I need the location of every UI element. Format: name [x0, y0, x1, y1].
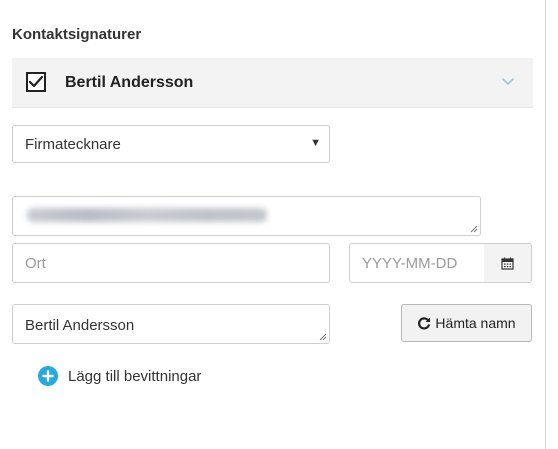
calendar-button[interactable]	[484, 243, 532, 283]
chevron-down-icon[interactable]	[499, 72, 517, 90]
panel-divider	[545, 0, 546, 449]
city-input[interactable]: Ort	[12, 243, 330, 283]
name-value: Bertil Andersson	[25, 317, 135, 334]
fetch-name-label: Hämta namn	[435, 315, 516, 331]
add-witness-link[interactable]: Lägg till bevittningar	[38, 366, 201, 386]
fetch-name-button[interactable]: Hämta namn	[401, 304, 532, 342]
calendar-icon	[501, 257, 514, 270]
company-textarea[interactable]	[12, 196, 481, 236]
blurred-company-text	[27, 208, 267, 222]
caret-down-icon: ▼	[310, 137, 321, 149]
plus-circle-icon	[38, 366, 58, 386]
date-input[interactable]: YYYY-MM-DD	[349, 243, 485, 283]
refresh-icon	[418, 317, 431, 330]
contact-name: Bertil Andersson	[65, 74, 194, 91]
contact-header[interactable]: Bertil Andersson	[12, 58, 533, 108]
role-select-value: Firmatecknare	[25, 136, 121, 153]
contact-checkbox[interactable]	[26, 72, 46, 92]
resize-grip-icon[interactable]	[319, 333, 327, 341]
date-placeholder: YYYY-MM-DD	[362, 255, 458, 272]
add-witness-label: Lägg till bevittningar	[68, 367, 202, 385]
name-textarea[interactable]: Bertil Andersson	[12, 304, 330, 344]
section-title: Kontaktsignaturer	[12, 26, 142, 43]
resize-grip-icon[interactable]	[470, 225, 478, 233]
check-icon	[29, 76, 43, 88]
city-placeholder: Ort	[25, 255, 46, 272]
role-select[interactable]: Firmatecknare ▼	[12, 125, 330, 163]
contact-signatures-panel: Kontaktsignaturer Bertil Andersson Firma…	[0, 0, 545, 449]
